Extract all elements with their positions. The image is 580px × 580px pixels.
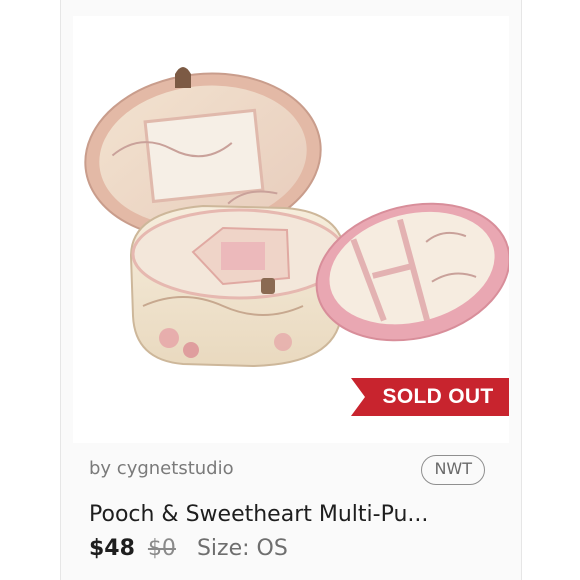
sold-out-badge: SOLD OUT xyxy=(351,378,509,416)
original-price: $0 xyxy=(147,536,176,561)
seller-name[interactable]: by cygnetstudio xyxy=(89,458,234,479)
condition-badge: NWT xyxy=(421,455,485,485)
price-row: $48 $0 Size: OS xyxy=(89,536,288,561)
sold-out-text: SOLD OUT xyxy=(382,385,494,408)
listing-title[interactable]: Pooch & Sweetheart Multi-Pu... xyxy=(89,502,499,527)
size-label: Size: OS xyxy=(196,536,288,561)
listing-card[interactable]: SOLD OUT by cygnetstudio NWT Pooch & Swe… xyxy=(60,0,522,580)
price: $48 xyxy=(89,536,135,561)
product-image[interactable]: SOLD OUT xyxy=(73,16,509,443)
